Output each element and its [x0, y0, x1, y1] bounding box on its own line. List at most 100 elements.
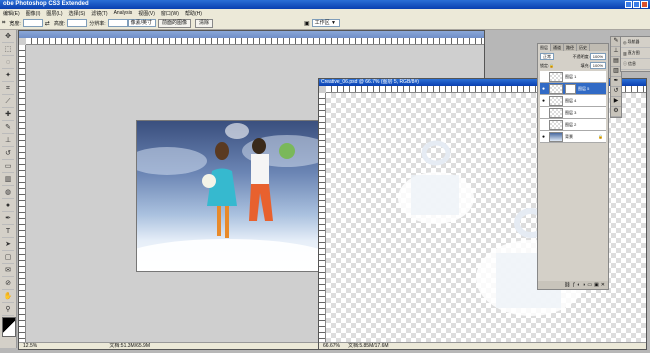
layer-name[interactable]: 图层 3 [565, 110, 576, 116]
marquee-tool-icon[interactable]: ⬚ [2, 44, 14, 56]
actions-icon[interactable]: ▶ [611, 97, 621, 107]
layer-thumbnail [549, 83, 563, 94]
layer-name[interactable]: 背景 [565, 134, 573, 140]
swap-icon[interactable]: ⇄ [45, 20, 50, 27]
vertical-ruler[interactable] [19, 45, 26, 342]
move-tool-icon[interactable]: ✥ [2, 31, 14, 43]
histogram-item[interactable]: ▥ 直方图 [621, 48, 650, 59]
history-brush-icon[interactable]: ↺ [2, 148, 14, 160]
layer-thumbnail [549, 119, 563, 130]
tab-channels[interactable]: 通道 [551, 44, 564, 51]
close-button[interactable] [641, 1, 648, 8]
menu-item-window[interactable]: 窗口(W) [158, 10, 182, 17]
crop-tool-icon[interactable]: ⌗ [2, 83, 14, 95]
document-size: 文档:51.3M/65.9M [109, 343, 150, 349]
menu-item-analysis[interactable]: Analysis [111, 10, 136, 16]
document-size: 文档:5.85M/17.6M [347, 343, 389, 349]
blur-tool-icon[interactable]: ◍ [2, 187, 14, 199]
folder-icon[interactable]: ▭ [587, 282, 592, 288]
options-bar: ⌗ 宽度: ⇄ 高度: 分辨率: 像素/英寸 前面的图像 清除 ▣ 工作区 ▼ [0, 17, 650, 30]
navigator-panel-group: ◎ 导航器 ▥ 直方图 ⓘ 信息 [620, 36, 650, 72]
type-tool-icon[interactable]: T [2, 226, 14, 238]
width-input[interactable] [22, 19, 43, 27]
notes-tool-icon[interactable]: ✉ [2, 265, 14, 277]
healing-brush-icon[interactable]: ✚ [2, 109, 14, 121]
clear-button[interactable]: 清除 [195, 18, 214, 28]
navigator-item[interactable]: ◎ 导航器 [621, 37, 650, 48]
menu-item-edit[interactable]: 编辑(E) [0, 10, 23, 17]
hand-tool-icon[interactable]: ✋ [2, 291, 14, 303]
layer-name[interactable]: 图层 4 [565, 98, 576, 104]
tab-history[interactable]: 历史 [577, 44, 590, 51]
layer-row[interactable]: 图层 2 [540, 119, 606, 131]
unit-select[interactable]: 像素/英寸 [127, 19, 156, 27]
magic-wand-tool-icon[interactable]: ✦ [2, 70, 14, 82]
brush-tool-icon[interactable]: ✎ [2, 122, 14, 134]
eye-icon[interactable]: ● [540, 98, 547, 104]
layer-name[interactable]: 图层 1 [565, 74, 576, 80]
histogram-icon: ▥ [623, 50, 627, 56]
zoom-level[interactable]: 12.5% [19, 343, 41, 349]
opacity-input[interactable]: 100% [589, 53, 606, 60]
tab-paths[interactable]: 路径 [564, 44, 577, 51]
pen-tool-icon[interactable]: ✒ [2, 213, 14, 225]
lock-icon[interactable]: 🔒 [549, 63, 554, 68]
crop-tool-icon[interactable]: ⌗ [2, 20, 5, 27]
menu-item-image[interactable]: 图像(I) [23, 10, 44, 17]
eyedropper-tool-icon[interactable]: ⊘ [2, 278, 14, 290]
dodge-tool-icon[interactable]: ● [2, 200, 14, 212]
layer-row[interactable]: ● 图层 5 [540, 83, 606, 95]
layer-mask-thumbnail[interactable] [565, 83, 576, 94]
zoom-tool-icon[interactable]: ⚲ [2, 304, 14, 316]
menu-item-select[interactable]: 选择(S) [66, 10, 89, 17]
lock-icon: 🔒 [598, 134, 603, 139]
layer-row[interactable]: 图层 1 [540, 71, 606, 83]
fill-input[interactable]: 100% [589, 62, 606, 69]
layer-thumbnail [549, 107, 563, 118]
bridge-icon[interactable]: ▣ [304, 20, 310, 27]
new-layer-icon[interactable]: ▣ [594, 282, 599, 288]
eye-icon[interactable]: ● [540, 134, 547, 140]
maximize-button[interactable] [633, 1, 640, 8]
link-icon[interactable]: ⛓ [564, 282, 570, 288]
menu-item-layer[interactable]: 图层(L) [43, 10, 65, 17]
height-input[interactable] [67, 19, 88, 27]
zoom-level[interactable]: 66.67% [319, 343, 344, 349]
layer-name[interactable]: 图层 5 [578, 86, 589, 92]
slice-tool-icon[interactable]: ⟋ [2, 96, 14, 108]
color-swatches-icon[interactable] [2, 317, 16, 337]
lasso-tool-icon[interactable]: ◌ [2, 57, 14, 69]
tab-layers[interactable]: 图层 [538, 44, 551, 51]
layer-name[interactable]: 图层 2 [565, 122, 576, 128]
fx-icon[interactable]: ƒ [572, 282, 575, 288]
layer-row[interactable]: ● 背景 🔒 [540, 131, 606, 143]
eye-icon[interactable]: ● [540, 86, 547, 92]
layer-thumbnail [549, 131, 563, 142]
minimize-button[interactable] [625, 1, 632, 8]
shape-tool-icon[interactable]: ▢ [2, 252, 14, 264]
layers-panel-footer: ⛓ ƒ ◐ ◑ ▭ ▣ ✕ [538, 281, 608, 289]
horizontal-ruler[interactable] [26, 38, 484, 45]
stamp-tool-icon[interactable]: ⊥ [2, 135, 14, 147]
adjustment-icon[interactable]: ◑ [582, 282, 585, 288]
info-item[interactable]: ⓘ 信息 [621, 59, 650, 70]
workspace-select[interactable]: 工作区 ▼ [311, 19, 340, 27]
paths-icon[interactable]: ✒ [611, 77, 621, 87]
trash-icon[interactable]: ✕ [601, 282, 605, 288]
menu-item-help[interactable]: 帮助(H) [182, 10, 205, 17]
history-icon[interactable]: ↺ [611, 87, 621, 97]
menu-item-view[interactable]: 视图(V) [135, 10, 158, 17]
front-image-button[interactable]: 前面的图像 [157, 18, 191, 28]
document-title-bar[interactable] [19, 31, 484, 38]
vertical-ruler[interactable] [319, 93, 326, 342]
menu-item-filter[interactable]: 滤镜(T) [88, 10, 110, 17]
tool-presets-icon[interactable]: ⚙ [611, 107, 621, 117]
eraser-tool-icon[interactable]: ▭ [2, 161, 14, 173]
blend-mode-select[interactable]: 正常 [540, 53, 554, 60]
layer-row[interactable]: ● 图层 4 [540, 95, 606, 107]
resolution-input[interactable] [107, 19, 128, 27]
gradient-tool-icon[interactable]: ▥ [2, 174, 14, 186]
mask-icon[interactable]: ◐ [577, 282, 580, 288]
path-select-icon[interactable]: ➤ [2, 239, 14, 251]
layer-row[interactable]: 图层 3 [540, 107, 606, 119]
